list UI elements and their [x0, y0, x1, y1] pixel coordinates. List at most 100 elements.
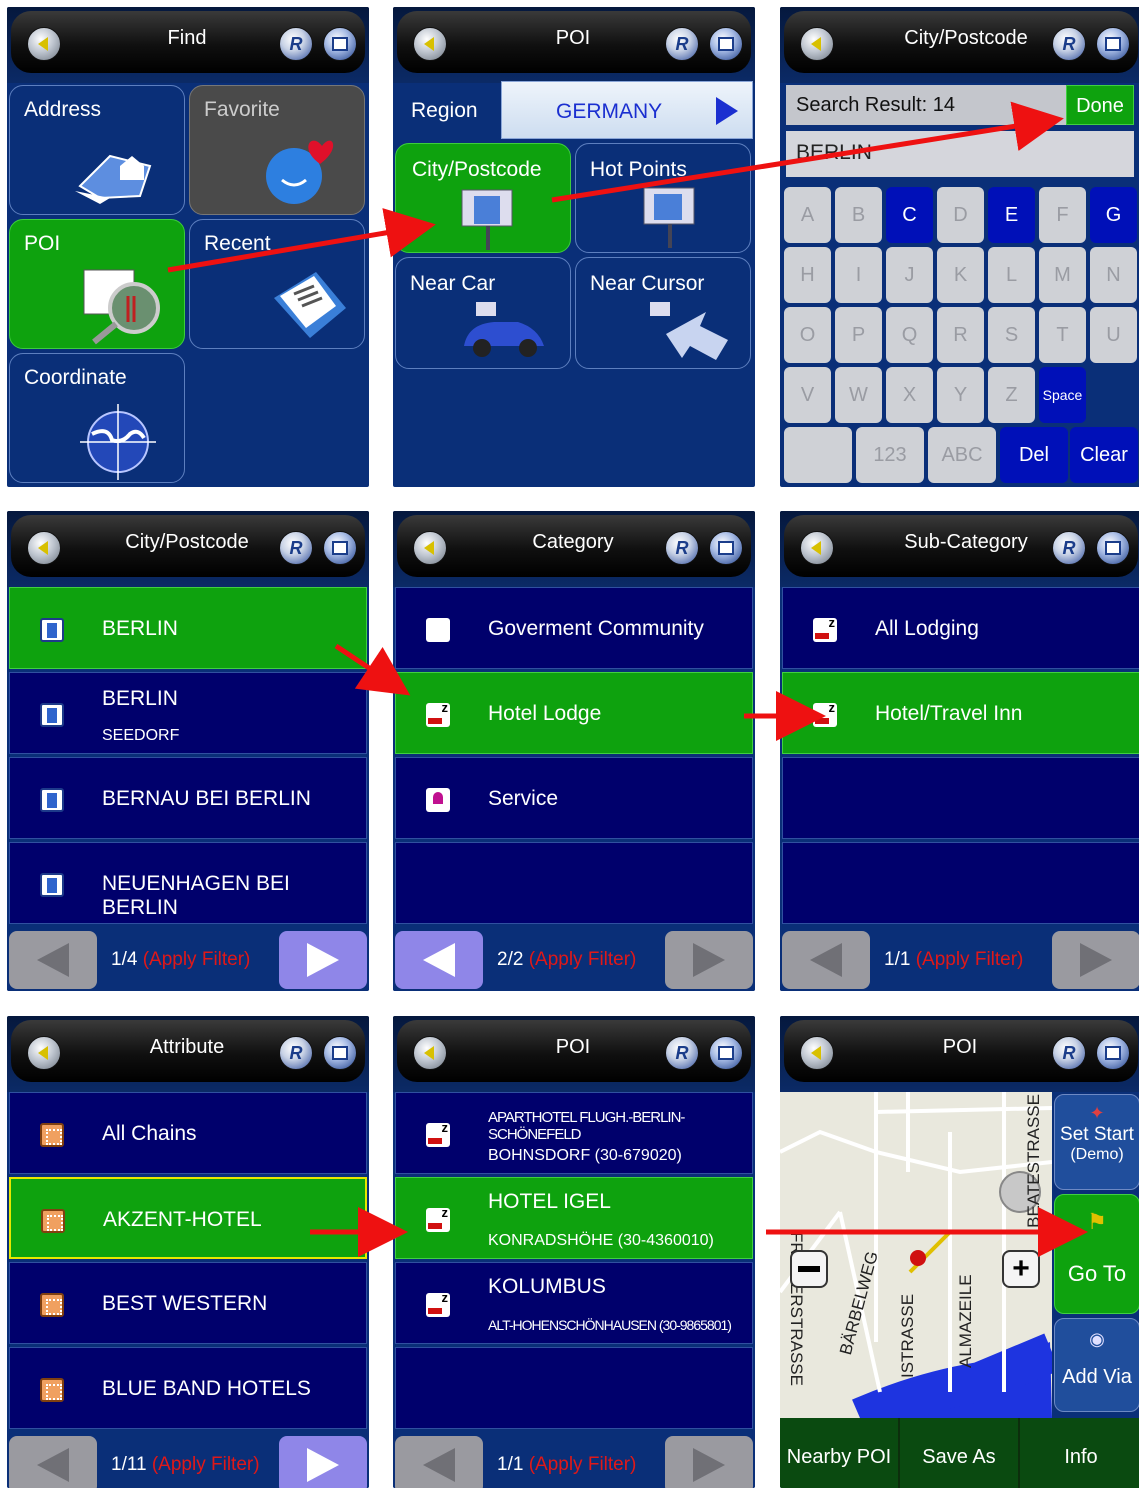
map-view[interactable]: FRIEDERSTRASSE BEATESTRASSE BÄRBELWEG AL…: [780, 1092, 1052, 1418]
list-item[interactable]: KOLUMBUS ALT-HOHENSCHÖNHAUSEN (30-986580…: [395, 1262, 753, 1344]
back-button[interactable]: [413, 27, 447, 61]
key-k[interactable]: K: [937, 247, 984, 303]
apply-filter-link[interactable]: (Apply Filter): [143, 949, 251, 970]
route-button[interactable]: R: [665, 1036, 699, 1070]
apply-filter-link[interactable]: (Apply Filter): [916, 949, 1024, 970]
next-page-button[interactable]: [279, 1436, 367, 1488]
key-v[interactable]: V: [784, 367, 831, 423]
tile-poi[interactable]: POI: [9, 219, 185, 349]
list-item[interactable]: BERLIN: [9, 587, 367, 669]
route-button[interactable]: R: [1052, 27, 1086, 61]
tile-city-postcode[interactable]: City/Postcode: [395, 143, 571, 253]
next-page-button[interactable]: [279, 931, 367, 989]
zoom-in-button[interactable]: +: [1002, 1250, 1040, 1288]
tile-near-car[interactable]: Near Car: [395, 257, 571, 369]
save-as-button[interactable]: Save As: [900, 1418, 1020, 1488]
tile-recent[interactable]: Recent: [189, 219, 365, 349]
list-item[interactable]: APARTHOTEL FLUGH.-BERLIN-SCHÖNEFELD BOHN…: [395, 1092, 753, 1174]
key-c[interactable]: C: [886, 187, 933, 243]
next-page-button[interactable]: [665, 931, 753, 989]
key-g[interactable]: G: [1090, 187, 1137, 243]
prev-page-button[interactable]: [395, 1436, 483, 1488]
tile-near-cursor[interactable]: Near Cursor: [575, 257, 751, 369]
back-button[interactable]: [413, 531, 447, 565]
key-space[interactable]: Space: [1039, 367, 1086, 423]
route-button[interactable]: R: [279, 531, 313, 565]
region-selector[interactable]: GERMANY: [501, 81, 753, 139]
menu-button[interactable]: [323, 531, 357, 565]
route-button[interactable]: R: [1052, 1036, 1086, 1070]
list-item[interactable]: NEUENHAGEN BEI BERLIN: [9, 842, 367, 924]
tile-hot-points[interactable]: Hot Points: [575, 143, 751, 253]
search-input[interactable]: BERLIN: [786, 131, 1134, 177]
key-blank[interactable]: [784, 427, 852, 483]
key-m[interactable]: M: [1039, 247, 1086, 303]
zoom-out-button[interactable]: [790, 1250, 828, 1288]
list-item[interactable]: All Lodging: [782, 587, 1139, 669]
list-item[interactable]: AKZENT-HOTEL: [9, 1177, 367, 1259]
tile-favorite[interactable]: Favorite: [189, 85, 365, 215]
prev-page-button[interactable]: [9, 931, 97, 989]
list-item[interactable]: HOTEL IGEL KONRADSHÖHE (30-4360010): [395, 1177, 753, 1259]
key-b[interactable]: B: [835, 187, 882, 243]
key-a[interactable]: A: [784, 187, 831, 243]
key-w[interactable]: W: [835, 367, 882, 423]
key-z[interactable]: Z: [988, 367, 1035, 423]
route-button[interactable]: R: [279, 1036, 313, 1070]
back-button[interactable]: [800, 27, 834, 61]
menu-button[interactable]: [1096, 531, 1130, 565]
key-u[interactable]: U: [1090, 307, 1137, 363]
key-p[interactable]: P: [835, 307, 882, 363]
next-page-button[interactable]: [665, 1436, 753, 1488]
route-button[interactable]: R: [1052, 531, 1086, 565]
list-item[interactable]: Hotel/Travel Inn: [782, 672, 1139, 754]
list-item[interactable]: BERLIN SEEDORF: [9, 672, 367, 754]
add-via-button[interactable]: ◉ Add Via: [1054, 1318, 1139, 1412]
list-item[interactable]: All Chains: [9, 1092, 367, 1174]
menu-button[interactable]: [709, 531, 743, 565]
key-r[interactable]: R: [937, 307, 984, 363]
apply-filter-link[interactable]: (Apply Filter): [152, 1454, 260, 1475]
prev-page-button[interactable]: [782, 931, 870, 989]
key-x[interactable]: X: [886, 367, 933, 423]
back-button[interactable]: [800, 1036, 834, 1070]
key-123[interactable]: 123: [856, 427, 924, 483]
key-j[interactable]: J: [886, 247, 933, 303]
tile-address[interactable]: Address: [9, 85, 185, 215]
key-f[interactable]: F: [1039, 187, 1086, 243]
menu-button[interactable]: [323, 27, 357, 61]
menu-button[interactable]: [709, 27, 743, 61]
route-button[interactable]: R: [665, 531, 699, 565]
next-page-button[interactable]: [1052, 931, 1139, 989]
key-t[interactable]: T: [1039, 307, 1086, 363]
go-to-button[interactable]: ⚑ Go To: [1054, 1194, 1139, 1314]
key-n[interactable]: N: [1090, 247, 1137, 303]
key-abc[interactable]: ABC: [928, 427, 996, 483]
route-button[interactable]: R: [665, 27, 699, 61]
menu-button[interactable]: [1096, 1036, 1130, 1070]
prev-page-button[interactable]: [9, 1436, 97, 1488]
back-button[interactable]: [27, 27, 61, 61]
key-delete[interactable]: Del: [1000, 427, 1068, 483]
key-clear[interactable]: Clear: [1070, 427, 1138, 483]
key-l[interactable]: L: [988, 247, 1035, 303]
back-button[interactable]: [800, 531, 834, 565]
key-q[interactable]: Q: [886, 307, 933, 363]
apply-filter-link[interactable]: (Apply Filter): [529, 949, 637, 970]
back-button[interactable]: [413, 1036, 447, 1070]
key-i[interactable]: I: [835, 247, 882, 303]
key-o[interactable]: O: [784, 307, 831, 363]
done-button[interactable]: Done: [1066, 85, 1134, 125]
back-button[interactable]: [27, 1036, 61, 1070]
info-button[interactable]: Info: [1020, 1418, 1139, 1488]
route-button[interactable]: R: [279, 27, 313, 61]
nearby-poi-button[interactable]: Nearby POI: [780, 1418, 900, 1488]
list-item[interactable]: Service: [395, 757, 753, 839]
list-item[interactable]: Goverment Community: [395, 587, 753, 669]
key-e[interactable]: E: [988, 187, 1035, 243]
prev-page-button[interactable]: [395, 931, 483, 989]
key-h[interactable]: H: [784, 247, 831, 303]
list-item[interactable]: BEST WESTERN: [9, 1262, 367, 1344]
list-item[interactable]: Hotel Lodge: [395, 672, 753, 754]
menu-button[interactable]: [1096, 27, 1130, 61]
